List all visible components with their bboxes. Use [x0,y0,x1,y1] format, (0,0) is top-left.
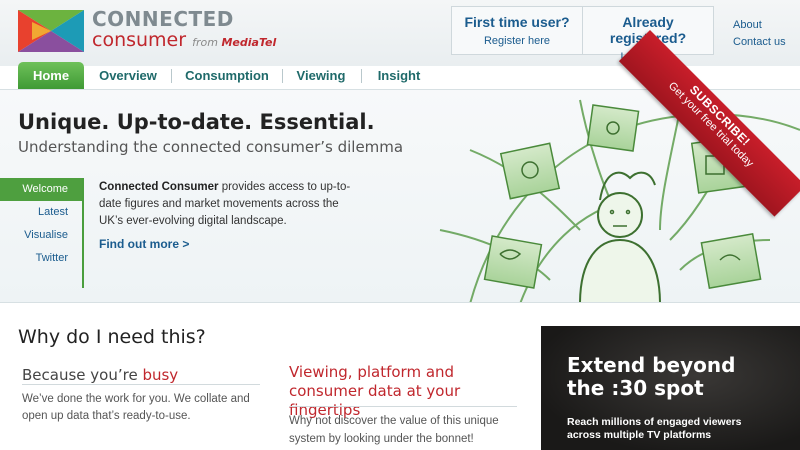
hero-subtitle: Understanding the connected consumer’s d… [18,138,404,156]
tab-overview[interactable]: Overview [90,62,166,89]
brand-from-text: from [192,36,222,49]
advert-body: Reach millions of engaged viewers across… [567,416,742,441]
top-links: About Contact us [733,17,786,51]
brand-line2: consumer from MediaTel [92,30,276,53]
viewing-platform-text: Why not discover the value of this uniqu… [289,415,499,445]
busy-text: We’ve done the work for you. We collate … [22,393,250,422]
busy-heading: Because you’re busy [22,366,178,384]
advert-headline: Extend beyond the :30 spot [567,354,735,400]
side-nav-twitter[interactable]: Twitter [0,247,82,270]
side-nav-visualise[interactable]: Visualise [0,224,82,247]
about-link[interactable]: About [733,17,786,34]
divider [22,384,260,385]
nav-divider [282,69,283,83]
find-out-more-link[interactable]: Find out more > [99,237,189,251]
divider [289,406,517,407]
tab-viewing[interactable]: Viewing [288,62,354,89]
tab-consumption[interactable]: Consumption [176,62,278,89]
header: CONNECTED consumer from MediaTel First t… [0,0,800,66]
contact-link[interactable]: Contact us [733,34,786,51]
brand-mediatel: MediaTel [221,36,277,49]
busy-word: busy [142,366,179,384]
brand-from: from MediaTel [192,36,276,49]
first-time-user-heading[interactable]: First time user? [452,14,582,30]
advert-headline-line1: Extend beyond [567,353,736,377]
busy-prefix: Because you’re [22,366,143,384]
login-box: First time user? Register here Already r… [451,6,714,63]
hero-side-nav: Welcome Latest Visualise Twitter [0,178,84,288]
tab-insight[interactable]: Insight [368,62,430,89]
why-heading: Why do I need this? [18,326,206,348]
tv-advert-banner[interactable]: Extend beyond the :30 spot Reach million… [541,326,800,450]
advert-headline-line2: the :30 spot [567,376,704,400]
nav-divider [361,69,362,83]
register-link[interactable]: Register here [452,35,582,47]
brand-consumer: consumer [92,29,187,51]
brand-line1: CONNECTED [92,7,234,31]
hero-description-bold: Connected Consumer [99,181,219,193]
first-time-user-cell[interactable]: First time user? Register here [452,7,582,54]
hero-description: Connected Consumer provides access to up… [99,179,359,230]
side-nav-welcome[interactable]: Welcome [0,178,82,201]
side-nav-latest[interactable]: Latest [0,201,82,224]
nav-divider [171,69,172,83]
connected-consumer-logo[interactable] [18,10,84,52]
tab-home[interactable]: Home [18,62,84,89]
hero-title: Unique. Up-to-date. Essential. [18,110,375,134]
brand-wordmark: CONNECTED consumer from MediaTel [92,8,276,53]
hero-illustration [439,99,800,302]
